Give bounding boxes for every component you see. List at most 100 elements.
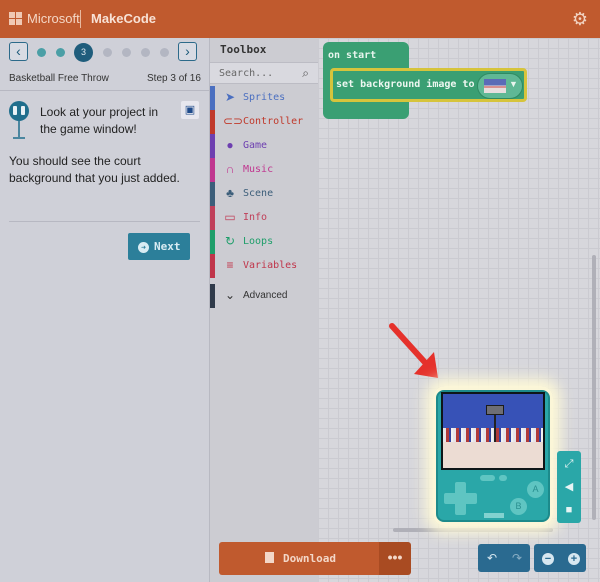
category-sprites[interactable]: ➤ Sprites [210,86,318,110]
background-image-thumbnail [484,79,506,93]
tutorial-title: Basketball Free Throw [9,73,109,84]
category-label: Loops [243,236,274,247]
category-color-bar [210,182,215,206]
headphones-icon: ∩ [225,162,235,176]
paper-plane-icon: ➤ [224,90,236,104]
step-dot[interactable] [160,48,169,57]
toolbox-panel: Toolbox Search... ⌕ ➤ Sprites ⊂⊃ Control… [210,38,318,582]
hoop-backboard [486,405,504,415]
dpad-vertical [455,482,466,515]
category-color-bar [210,206,215,230]
a-button[interactable]: A [527,481,544,498]
microsoft-badge [484,513,504,518]
zoom-in-button[interactable]: + [561,544,587,572]
hoop-pole [494,415,496,442]
search-icon[interactable]: ⌕ [302,66,309,81]
category-color-bar [210,134,215,158]
toolbox-search-input[interactable]: Search... ⌕ [210,62,318,84]
horizontal-scrollbar[interactable] [393,528,553,532]
zoom-out-button[interactable]: − [535,544,561,572]
list-icon: ≡ [226,258,234,272]
category-label: Variables [243,260,298,271]
category-label: Music [243,164,274,175]
previous-step-button[interactable]: ‹ [9,42,28,61]
category-controller[interactable]: ⊂⊃ Controller [210,110,318,134]
background-image-picker[interactable]: ▼ [477,73,523,99]
toolbox-title: Toolbox [220,43,267,56]
category-label: Scene [243,188,274,199]
category-advanced[interactable]: ⌄ Advanced [210,284,318,308]
category-variables[interactable]: ≡ Variables [210,254,318,278]
microsoft-logo-icon [9,12,22,25]
mute-icon[interactable]: ◀ [560,478,578,496]
more-options-button[interactable]: ••• [379,542,411,575]
step-counter: Step 3 of 16 [147,73,201,84]
b-button[interactable]: B [510,498,527,515]
gear-icon[interactable]: ⚙ [570,9,590,29]
search-placeholder: Search... [219,68,274,79]
step-navigation: ‹ 3 › [0,38,210,66]
download-button[interactable]: Download [219,542,379,575]
plus-icon: + [568,553,580,565]
category-scene[interactable]: ♣ Scene [210,182,318,206]
category-info[interactable]: ▭ Info [210,206,318,230]
step-dot[interactable] [56,48,65,57]
tree-icon: ♣ [226,186,234,200]
set-background-label: set background image to [336,79,475,90]
id-card-icon: ▭ [224,210,236,224]
divider [9,221,200,222]
category-game[interactable]: ● Game [210,134,318,158]
fullscreen-icon[interactable]: ⤢ [560,455,578,473]
refresh-icon: ↻ [224,234,236,248]
category-color-bar [210,284,215,308]
step-dot[interactable] [103,48,112,57]
on-start-label: on start [328,50,377,61]
redo-icon[interactable]: ↷ [504,544,530,572]
category-label: Advanced [243,290,288,301]
step-dot[interactable] [141,48,150,57]
chevron-down-icon: ⌄ [224,288,236,302]
game-screen[interactable] [441,392,545,470]
category-label: Sprites [243,92,286,103]
menu-button[interactable] [480,475,495,481]
product-label[interactable]: MakeCode [91,11,156,26]
red-arrow-icon [389,323,438,378]
step-dot[interactable] [37,48,46,57]
court-floor [443,442,543,468]
category-color-bar [210,158,215,182]
divider [0,90,210,91]
top-bar: Microsoft MakeCode ⚙ [0,0,600,38]
step-dot[interactable] [122,48,131,57]
category-color-bar [210,110,215,134]
minus-icon: − [542,553,554,565]
category-color-bar [210,254,215,278]
current-step-dot[interactable]: 3 [74,43,93,62]
undo-icon[interactable]: ↶ [479,544,505,572]
hint-icon[interactable]: ▣ [181,101,199,119]
next-button[interactable]: ➜ Next [128,233,190,260]
gamepad-icon: ⊂⊃ [223,114,244,128]
category-label: Game [243,140,268,151]
next-button-label: Next [154,240,181,253]
header-separator [80,10,81,28]
dpad-control[interactable] [444,482,477,515]
category-label: Controller [243,116,304,127]
stop-icon[interactable]: ■ [560,501,578,519]
instruction-text-1: Look at your project in the game window! [40,105,159,136]
tutorial-panel: ‹ 3 › Basketball Free Throw Step 3 of 16… [0,38,210,582]
instruction-text-2: You should see the court background that… [9,154,180,185]
court-crowd [443,428,543,442]
brand-label: Microsoft [27,11,80,26]
arrow-right-icon: ➜ [138,242,149,253]
vertical-scrollbar[interactable] [592,255,596,520]
category-color-bar [210,230,215,254]
chevron-down-icon: ▼ [509,79,518,89]
category-loops[interactable]: ↻ Loops [210,230,318,254]
circle-icon: ● [226,138,234,152]
next-step-arrow-button[interactable]: › [178,42,197,61]
reset-button[interactable] [499,475,507,481]
download-label: Download [283,552,336,565]
download-icon [265,552,274,563]
category-music[interactable]: ∩ Music [210,158,318,182]
category-color-bar [210,86,215,110]
